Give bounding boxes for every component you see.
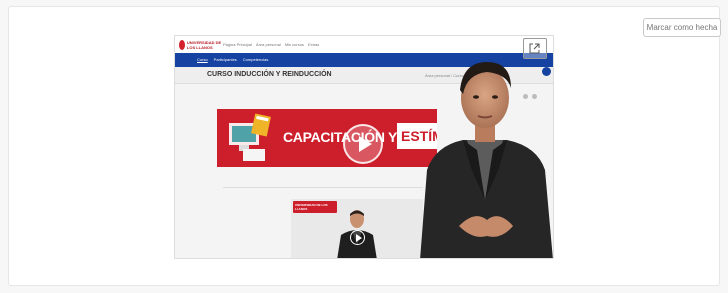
course-banner: CAPACITACIÓN Y ESTÍMULO [217, 109, 437, 167]
course-nav-item: Competencias [242, 57, 269, 62]
site-nav: Página Principal Área personal Mis curso… [223, 42, 319, 47]
course-nav-item: Curso [197, 57, 208, 62]
site-logo: UNIVERSIDAD DE LOS LLANOS [179, 39, 223, 50]
course-title: CURSO INDUCCIÓN Y REINDUCCIÓN [207, 71, 332, 78]
course-nav: Curso Participantes Competencias [197, 57, 268, 62]
player-controls [523, 94, 537, 99]
thumbnail-logo: UNIVERSIDAD DE LOS LLANOS [293, 201, 337, 213]
site-nav-item: Área personal [255, 42, 281, 47]
logo-text: UNIVERSIDAD DE LOS LLANOS [186, 39, 222, 50]
site-nav-item: Mis cursos [284, 42, 304, 47]
presenter-video [420, 62, 553, 258]
site-nav-item: Extras [307, 42, 320, 47]
thumbnail-play-icon[interactable] [350, 230, 365, 245]
mark-as-done-button[interactable]: Marcar como hecha [643, 18, 721, 37]
external-link-glyph [529, 43, 540, 54]
computer-illustration [229, 113, 271, 161]
control-dot [532, 94, 537, 99]
video-player[interactable]: UNIVERSIDAD DE LOS LLANOS Página Princip… [174, 35, 554, 259]
external-link-icon[interactable] [523, 38, 547, 59]
video-thumbnail[interactable]: UNIVERSIDAD DE LOS LLANOS [291, 199, 423, 258]
divider [223, 187, 423, 188]
course-nav-item: Participantes [213, 57, 237, 62]
control-dot [523, 94, 528, 99]
site-nav-item: Página Principal [223, 42, 252, 47]
play-icon[interactable] [343, 124, 383, 164]
logo-mark [179, 39, 185, 50]
